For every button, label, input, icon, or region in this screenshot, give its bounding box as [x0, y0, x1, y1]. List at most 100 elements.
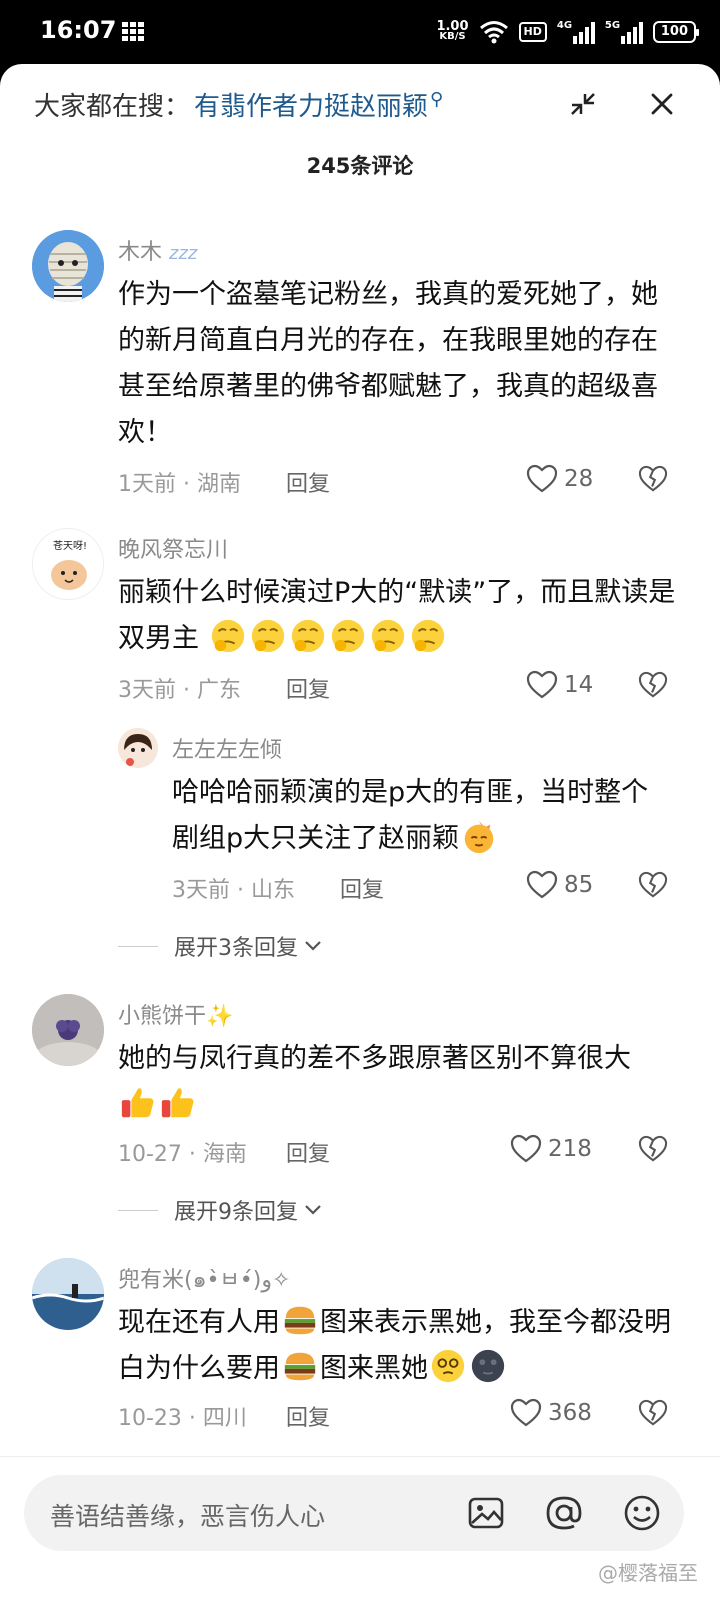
- thinking-face-icon: [371, 619, 404, 653]
- like-button[interactable]: 218: [510, 1134, 592, 1164]
- like-count: 28: [564, 466, 594, 492]
- chevron-down-icon: [305, 1205, 321, 1215]
- comments-sheet: 大家都在搜： 有翡作者力挺赵丽颖 ⚲ 245条评论 木木 zzz 作为一个盗墓笔…: [0, 64, 720, 1600]
- comment-username[interactable]: 晚风祭忘川: [118, 532, 228, 564]
- comment-username[interactable]: 小熊饼干✨: [118, 998, 233, 1030]
- broken-heart-icon[interactable]: [638, 871, 668, 899]
- burger-icon: [284, 1306, 316, 1335]
- avatar[interactable]: [32, 230, 104, 302]
- reply-button[interactable]: 回复: [286, 1136, 330, 1168]
- expand-replies-button[interactable]: 展开3条回复: [118, 930, 324, 962]
- broken-heart-icon[interactable]: [638, 671, 668, 699]
- heart-icon: [526, 870, 558, 899]
- comment-meta: 3天前 · 广东: [118, 678, 241, 703]
- comment-text-body: 她的与凤行真的差不多跟原著区别不算很大: [118, 1043, 631, 1074]
- comment-input-placeholder: 善语结善缘，恶言伤人心: [50, 1502, 326, 1531]
- thumbs-up-icon: [121, 1088, 154, 1118]
- like-button[interactable]: 14: [526, 670, 593, 700]
- like-count: 85: [564, 872, 594, 898]
- avatar[interactable]: [32, 1258, 104, 1330]
- signal-4g-label: 4G: [556, 20, 573, 31]
- cat-avatar-icon: 苍天呀!: [33, 529, 103, 599]
- reply-button[interactable]: 回复: [340, 872, 384, 904]
- status-indicators: 1.00 KB/S HD 4G 5G 100: [436, 18, 700, 46]
- signal-5g-icon: 5G: [605, 20, 643, 44]
- comment-meta: 10-27 · 海南: [118, 1142, 247, 1167]
- comment-input[interactable]: 善语结善缘，恶言伤人心: [24, 1475, 684, 1551]
- status-bar: 16:07 1.00 KB/S HD 4G 5G 100: [0, 0, 720, 64]
- trending-search-term[interactable]: 有翡作者力挺赵丽颖: [194, 86, 428, 123]
- comment-text: 现在还有人用 图来表示黑她，我至今都没明白为什么要用 图来黑她: [118, 1300, 674, 1392]
- wifi-icon: [479, 21, 508, 44]
- signal-5g-label: 5G: [604, 20, 621, 31]
- collapse-icon[interactable]: [568, 90, 598, 120]
- avatar[interactable]: 苍天呀!: [32, 528, 104, 600]
- comment-username[interactable]: 左左左左倾: [172, 732, 282, 764]
- expand-replies-button[interactable]: 展开9条回复: [118, 1194, 324, 1226]
- network-speed: 1.00 KB/S: [436, 20, 468, 42]
- thumbs-up-icon: [161, 1088, 194, 1118]
- divider: [118, 945, 158, 947]
- dizzy-face-icon: [431, 1349, 465, 1383]
- like-button[interactable]: 368: [510, 1398, 592, 1428]
- search-icon: ⚲: [430, 89, 444, 110]
- like-count: 14: [564, 672, 594, 698]
- comment-count: 245条评论: [306, 154, 414, 178]
- comment-text: 作为一个盗墓笔记粉丝，我真的爱死她了，她的新月简直白月光的存在，在我眼里她的存在…: [118, 279, 658, 448]
- username-text: 木木: [118, 240, 163, 265]
- heart-icon: [526, 670, 558, 699]
- like-button[interactable]: 85: [526, 870, 593, 900]
- like-count: 368: [548, 1400, 592, 1426]
- heart-icon: [526, 464, 558, 493]
- reply-button[interactable]: 回复: [286, 672, 330, 704]
- emoji-icon[interactable]: [622, 1493, 662, 1533]
- reply-button[interactable]: 回复: [286, 466, 330, 498]
- heart-icon: [510, 1398, 542, 1427]
- image-icon[interactable]: [466, 1493, 506, 1533]
- divider: [118, 1209, 158, 1211]
- avatar[interactable]: [118, 728, 158, 768]
- comment-username[interactable]: 兜有米(๑•̀ㅂ•́)و✧: [118, 1262, 290, 1297]
- broken-heart-icon[interactable]: [638, 1135, 668, 1163]
- thinking-face-icon: [411, 619, 444, 653]
- comment-input-bar: 善语结善缘，恶言伤人心 @樱落福至: [0, 1456, 720, 1600]
- signal-4g-icon: 4G: [557, 20, 595, 44]
- expand-replies-label: 展开3条回复: [174, 936, 298, 961]
- like-button[interactable]: 28: [526, 464, 593, 494]
- battery-icon: 100: [652, 21, 700, 43]
- sleep-zzz-icon: zzz: [169, 243, 198, 264]
- broken-heart-icon[interactable]: [638, 1399, 668, 1427]
- shy-face-icon: [464, 820, 494, 854]
- girl-avatar-icon: [118, 728, 158, 768]
- comment-text-body: 哈哈哈丽颖演的是p大的有匪，当时整个剧组p大只关注了赵丽颖: [172, 777, 649, 854]
- comment-text-part: 图来黑她: [320, 1353, 428, 1384]
- comment-username[interactable]: 木木 zzz: [118, 234, 197, 266]
- thinking-face-icon: [211, 619, 244, 653]
- thinking-face-icon: [251, 619, 284, 653]
- thinking-face-icon: [291, 619, 324, 653]
- trending-search[interactable]: 大家都在搜： 有翡作者力挺赵丽颖 ⚲: [34, 86, 443, 123]
- trending-search-prefix: 大家都在搜：: [34, 92, 191, 122]
- expand-replies-label: 展开9条回复: [174, 1200, 298, 1225]
- emoji-row: [199, 619, 448, 654]
- comment-text: 她的与凤行真的差不多跟原著区别不算很大: [118, 1036, 658, 1128]
- comment-meta: 10-23 · 四川: [118, 1406, 247, 1431]
- sea-avatar-icon: [32, 1258, 104, 1330]
- mention-icon[interactable]: [544, 1493, 584, 1533]
- status-time: 16:07: [40, 16, 117, 44]
- watermark: @樱落福至: [598, 1561, 698, 1585]
- avatar[interactable]: [32, 994, 104, 1066]
- broken-heart-icon[interactable]: [638, 465, 668, 493]
- comment-text: 丽颖什么时候演过P大的“默读”了，而且默读是双男主: [118, 570, 678, 662]
- comment-meta: 3天前 · 山东: [172, 878, 295, 903]
- mummy-avatar-icon: [32, 230, 104, 302]
- heart-icon: [510, 1134, 542, 1163]
- like-count: 218: [548, 1136, 592, 1162]
- app-grid-icon: [122, 22, 146, 42]
- chevron-down-icon: [305, 941, 321, 951]
- reply-button[interactable]: 回复: [286, 1400, 330, 1432]
- close-icon[interactable]: [648, 90, 676, 118]
- new-moon-face-icon: [471, 1349, 505, 1383]
- comment-meta: 1天前 · 湖南: [118, 472, 241, 497]
- burger-icon: [284, 1352, 316, 1381]
